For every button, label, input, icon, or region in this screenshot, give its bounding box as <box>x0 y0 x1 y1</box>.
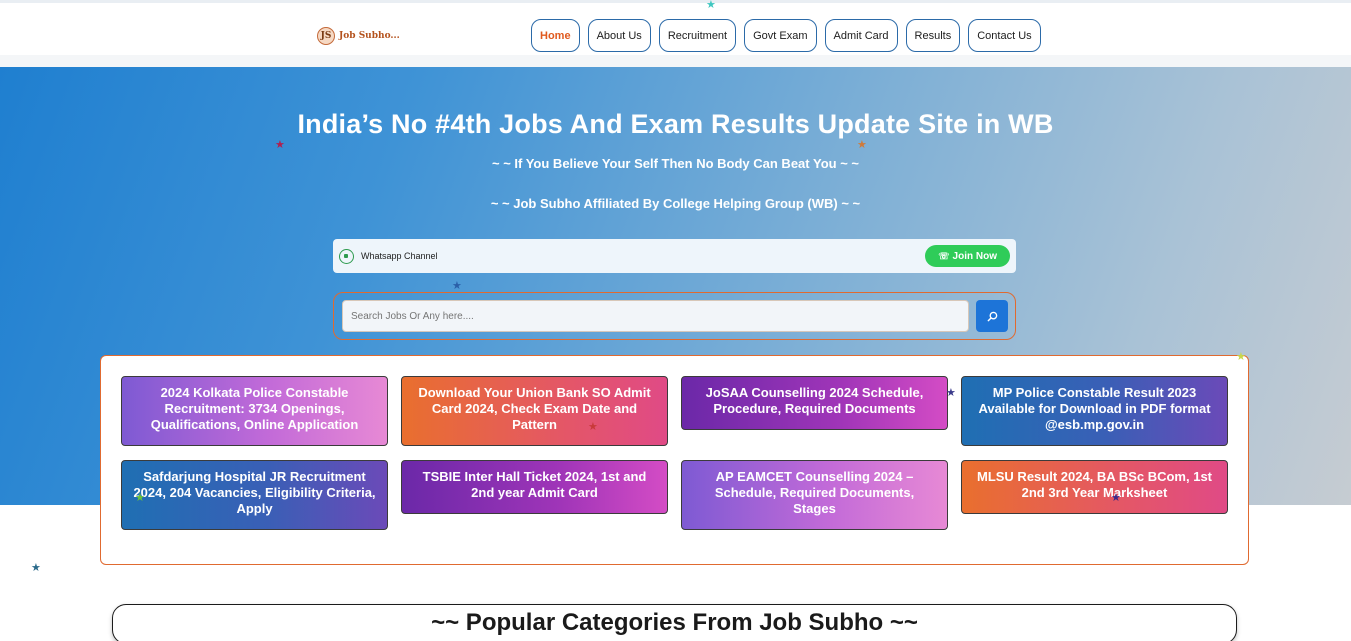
nav-results[interactable]: Results <box>905 19 961 52</box>
logo-glyph: JS <box>320 31 332 41</box>
nav-about-us[interactable]: About Us <box>587 19 651 52</box>
star-icon: ★ <box>452 280 462 292</box>
join-now-label: Join Now <box>952 250 997 262</box>
post-card[interactable]: JoSAA Counselling 2024 Schedule, Procedu… <box>681 376 948 430</box>
post-card[interactable]: Download Your Union Bank SO Admit Card 2… <box>401 376 668 446</box>
star-icon: ★ <box>857 139 867 151</box>
star-icon: ★ <box>706 0 716 11</box>
nav-home[interactable]: Home <box>531 19 580 52</box>
main-nav: Home About Us Recruitment Govt Exam Admi… <box>531 19 1041 52</box>
whatsapp-small-icon: ☏ <box>938 250 950 261</box>
search-icon <box>987 311 997 321</box>
nav-govt-exam[interactable]: Govt Exam <box>744 19 817 52</box>
nav-contact-us[interactable]: Contact Us <box>968 19 1041 52</box>
join-now-button[interactable]: ☏ Join Now <box>925 245 1010 267</box>
post-card[interactable]: MP Police Constable Result 2023 Availabl… <box>961 376 1228 446</box>
star-icon: ★ <box>946 387 956 399</box>
whatsapp-channel-bar: Whatsapp Channel ☏ Join Now <box>333 239 1016 273</box>
latest-posts-panel: 2024 Kolkata Police Constable Recruitmen… <box>100 355 1249 565</box>
star-icon: ★ <box>588 421 598 433</box>
hero-tagline: ~ ~ If You Believe Your Self Then No Bod… <box>492 156 859 171</box>
star-icon: ★ <box>31 562 41 574</box>
popular-categories-heading: ~~ Popular Categories From Job Subho ~~ <box>112 604 1237 641</box>
whatsapp-icon <box>339 248 354 264</box>
star-icon: ★ <box>1236 351 1246 363</box>
nav-admit-card[interactable]: Admit Card <box>824 19 898 52</box>
search-box <box>333 292 1016 340</box>
post-card[interactable]: TSBIE Inter Hall Ticket 2024, 1st and 2n… <box>401 460 668 514</box>
search-input[interactable] <box>342 300 969 332</box>
post-card[interactable]: Safdarjung Hospital JR Recruitment 2024,… <box>121 460 388 530</box>
search-button[interactable] <box>976 300 1008 332</box>
site-logo[interactable]: JS Job Subho... <box>317 27 400 45</box>
hero-affiliation: ~ ~ Job Subho Affiliated By College Help… <box>490 196 861 211</box>
star-icon: ★ <box>275 139 285 151</box>
logo-icon: JS <box>317 27 335 45</box>
nav-recruitment[interactable]: Recruitment <box>658 19 737 52</box>
star-icon: ★ <box>1111 492 1121 504</box>
hero-title: India’s No #4th Jobs And Exam Results Up… <box>297 109 1054 139</box>
post-card[interactable]: MLSU Result 2024, BA BSc BCom, 1st 2nd 3… <box>961 460 1228 514</box>
star-icon: ★ <box>135 492 145 504</box>
logo-text: Job Subho... <box>339 31 400 41</box>
post-card[interactable]: 2024 Kolkata Police Constable Recruitmen… <box>121 376 388 446</box>
whatsapp-channel-label: Whatsapp Channel <box>361 251 438 261</box>
post-card[interactable]: AP EAMCET Counselling 2024 – Schedule, R… <box>681 460 948 530</box>
site-header: JS Job Subho... Home About Us Recruitmen… <box>0 0 1351 70</box>
